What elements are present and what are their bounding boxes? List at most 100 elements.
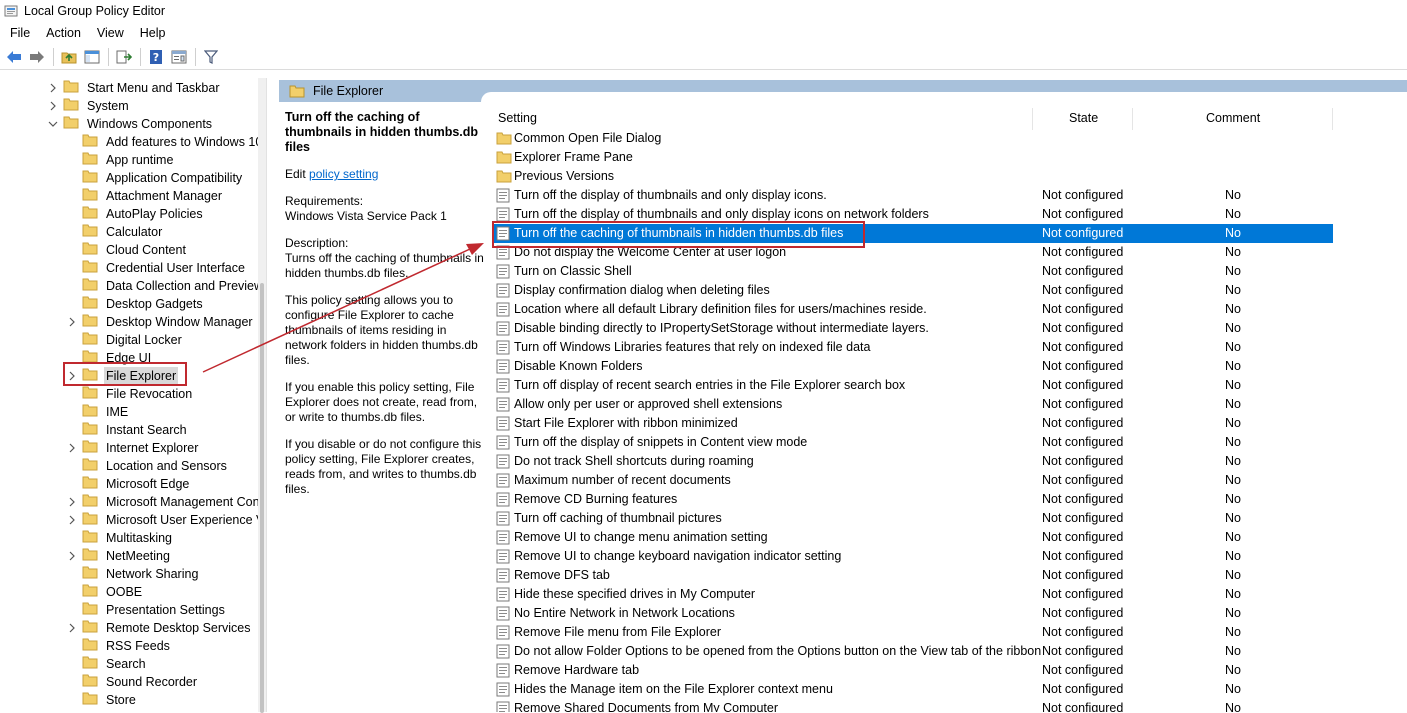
policy-row[interactable]: Do not allow Folder Options to be opened… (491, 642, 1407, 661)
help-button[interactable]: ? (145, 46, 167, 68)
tree-item[interactable]: Network Sharing (65, 565, 200, 583)
show-hide-tree-button[interactable] (81, 46, 103, 68)
policy-row[interactable]: Remove File menu from File Explorer Not c… (491, 623, 1407, 642)
policy-row[interactable]: Remove UI to change menu animation setti… (491, 528, 1407, 547)
policy-row[interactable]: Display confirmation dialog when deletin… (491, 281, 1407, 300)
policy-row[interactable]: Hides the Manage item on the File Explor… (491, 680, 1407, 699)
chevron-right-icon[interactable] (65, 493, 79, 511)
tree-item[interactable]: File Revocation (65, 385, 194, 403)
policy-row[interactable]: Remove CD Burning features Not configured… (491, 490, 1407, 509)
policy-row[interactable]: Location where all default Library defin… (491, 300, 1407, 319)
setting-state: Not configured (1042, 511, 1124, 525)
tree-item[interactable]: Microsoft Management Con (65, 493, 262, 511)
column-divider[interactable] (1132, 108, 1133, 130)
tree-item[interactable]: Start Menu and Taskbar (46, 79, 221, 97)
tree-item[interactable]: Sound Recorder (65, 673, 199, 691)
column-header-comment[interactable]: Comment (1206, 106, 1260, 130)
filter-button[interactable] (200, 46, 222, 68)
tree-item[interactable]: RSS Feeds (65, 637, 172, 655)
tree-item[interactable]: App runtime (65, 151, 175, 169)
chevron-down-icon[interactable] (46, 115, 60, 133)
folder-row[interactable]: Previous Versions (491, 167, 1407, 186)
setting-comment: No (1225, 473, 1241, 487)
pane-splitter[interactable] (266, 78, 278, 712)
column-divider[interactable] (1332, 108, 1333, 130)
back-button[interactable] (3, 46, 25, 68)
setting-name: Remove Shared Documents from My Computer (514, 701, 778, 712)
tree-item[interactable]: Presentation Settings (65, 601, 227, 619)
folder-row[interactable]: Explorer Frame Pane (491, 148, 1407, 167)
tree-item[interactable]: Store (65, 691, 138, 709)
chevron-right-icon[interactable] (65, 619, 79, 637)
tree-item[interactable]: Internet Explorer (65, 439, 200, 457)
chevron-right-icon[interactable] (65, 313, 79, 331)
policy-row[interactable]: Turn off the display of thumbnails and o… (491, 186, 1407, 205)
menu-help[interactable]: Help (132, 23, 174, 43)
tree-item[interactable]: Attachment Manager (65, 187, 224, 205)
tree-item[interactable]: Application Compatibility (65, 169, 244, 187)
policy-row[interactable]: Turn off Windows Libraries features that… (491, 338, 1407, 357)
tree-item[interactable]: Credential User Interface (65, 259, 247, 277)
tree-item[interactable]: Location and Sensors (65, 457, 229, 475)
chevron-right-icon[interactable] (65, 511, 79, 529)
folder-row[interactable]: Common Open File Dialog (491, 129, 1407, 148)
tree-pane[interactable]: Start Menu and Taskbar System Windows Comp… (0, 78, 266, 712)
policy-row[interactable]: Remove Hardware tab Not configured No (491, 661, 1407, 680)
tree-item[interactable]: Digital Locker (65, 331, 184, 349)
tree-item[interactable]: Calculator (65, 223, 164, 241)
tree-item[interactable]: OOBE (65, 583, 144, 601)
tree-item[interactable]: Search (65, 655, 148, 673)
column-divider[interactable] (1032, 108, 1033, 130)
tree-item[interactable]: Cloud Content (65, 241, 188, 259)
edit-policy-setting-link[interactable]: policy setting (309, 167, 378, 181)
properties-button[interactable] (168, 46, 190, 68)
policy-row[interactable]: Start File Explorer with ribbon minimize… (491, 414, 1407, 433)
chevron-right-icon[interactable] (65, 439, 79, 457)
setting-comment: No (1225, 663, 1241, 677)
tree-item[interactable]: Windows Components (46, 115, 214, 133)
tree-item[interactable]: Desktop Window Manager (65, 313, 255, 331)
policy-row[interactable]: Hide these specified drives in My Comput… (491, 585, 1407, 604)
policy-row[interactable]: Remove Shared Documents from My Computer… (491, 699, 1407, 712)
policy-row[interactable]: Turn off caching of thumbnail pictures No… (491, 509, 1407, 528)
policy-row[interactable]: Disable Known Folders Not configured No (491, 357, 1407, 376)
settings-list[interactable]: Setting State Comment Common Open File D… (491, 104, 1407, 712)
policy-row[interactable]: Do not track Shell shortcuts during roam… (491, 452, 1407, 471)
tree-item[interactable]: Desktop Gadgets (65, 295, 205, 313)
menu-file[interactable]: File (2, 23, 38, 43)
policy-row[interactable]: Maximum number of recent documents Not co… (491, 471, 1407, 490)
policy-row[interactable]: No Entire Network in Network Locations No… (491, 604, 1407, 623)
folder-icon (82, 206, 98, 222)
policy-row[interactable]: Allow only per user or approved shell ex… (491, 395, 1407, 414)
tree-item[interactable]: Microsoft Edge (65, 475, 191, 493)
policy-setting-icon (496, 188, 510, 206)
tree-item[interactable]: AutoPlay Policies (65, 205, 205, 223)
policy-row[interactable]: Remove UI to change keyboard navigation … (491, 547, 1407, 566)
tree-item[interactable]: Microsoft User Experience Vi (65, 511, 266, 529)
policy-row[interactable]: Turn off display of recent search entrie… (491, 376, 1407, 395)
chevron-right-icon[interactable] (46, 79, 60, 97)
up-one-level-button[interactable] (58, 46, 80, 68)
tree-item[interactable]: IME (65, 403, 130, 421)
tree-item[interactable]: Instant Search (65, 421, 189, 439)
policy-row[interactable]: Turn on Classic Shell Not configured No (491, 262, 1407, 281)
tree-item[interactable]: Remote Desktop Services (65, 619, 253, 637)
tree-item[interactable]: System (46, 97, 131, 115)
menu-action[interactable]: Action (38, 23, 89, 43)
tree-scrollbar-thumb[interactable] (260, 283, 264, 713)
policy-row[interactable]: Turn off the display of snippets in Cont… (491, 433, 1407, 452)
chevron-right-icon[interactable] (46, 97, 60, 115)
tree-item[interactable]: Data Collection and Preview (65, 277, 265, 295)
policy-row[interactable]: Disable binding directly to IPropertySet… (491, 319, 1407, 338)
chevron-right-icon[interactable] (65, 547, 79, 565)
tree-item[interactable]: NetMeeting (65, 547, 172, 565)
menu-view[interactable]: View (89, 23, 132, 43)
tree-item[interactable]: Add features to Windows 10 (65, 133, 264, 151)
forward-button[interactable] (26, 46, 48, 68)
export-list-button[interactable] (113, 46, 135, 68)
policy-row[interactable]: Remove DFS tab Not configured No (491, 566, 1407, 585)
tree-scrollbar[interactable] (258, 78, 266, 713)
tree-item[interactable]: Multitasking (65, 529, 174, 547)
column-header-setting[interactable]: Setting (498, 106, 537, 130)
column-header-state[interactable]: State (1069, 106, 1098, 130)
